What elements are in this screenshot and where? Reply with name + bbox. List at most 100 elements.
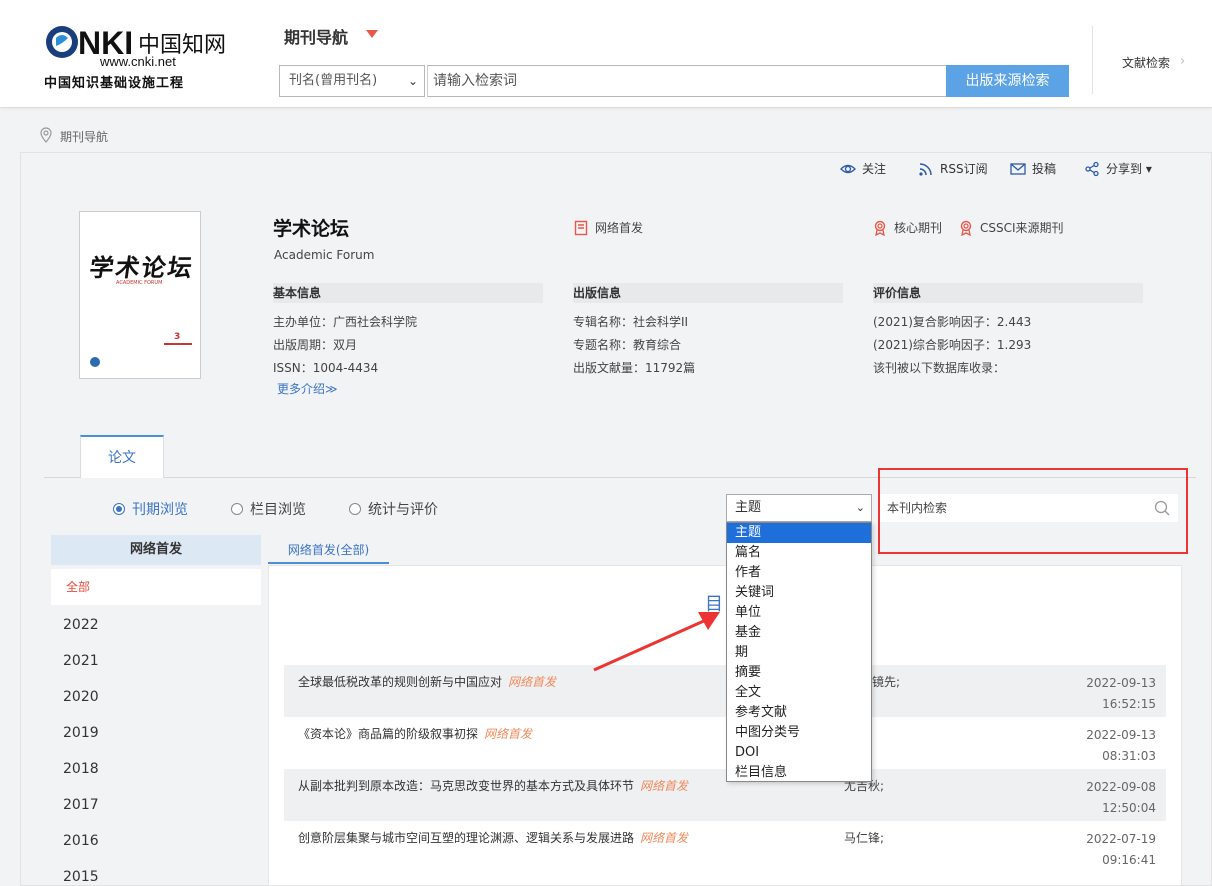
rss-button[interactable]: RSS订阅: [918, 160, 988, 177]
rss-icon: [919, 162, 932, 176]
dropdown-option[interactable]: 主题: [727, 523, 871, 543]
dropdown-option[interactable]: 中图分类号: [727, 723, 871, 743]
article-title[interactable]: 创意阶层集聚与城市空间互塑的理论渊源、逻辑关系与发展进路: [298, 831, 634, 845]
sidebar-year[interactable]: 2015: [63, 869, 99, 885]
article-date: 2022-09-13: [1086, 728, 1156, 742]
publication-search-button[interactable]: 出版来源检索: [946, 65, 1069, 97]
document-icon: [574, 220, 588, 235]
online-first-label: 网络首发: [595, 221, 644, 235]
search-input[interactable]: 请输入检索词: [427, 65, 947, 97]
cover-title: 学术论坛: [87, 253, 196, 282]
article-title-cell[interactable]: 《资本论》商品篇的阶级叙事初探 网络首发: [298, 725, 532, 742]
info-line: ISSN：1004-4434: [273, 361, 379, 375]
radio-dot: [349, 503, 361, 515]
sidebar-head: 网络首发: [51, 535, 261, 565]
dropdown-option[interactable]: 全文: [727, 683, 871, 703]
logo-subtitle: 中国知识基础设施工程: [44, 76, 185, 91]
tab-papers[interactable]: 论文: [80, 435, 164, 478]
info-line: 专题名称：教育综合: [573, 338, 682, 352]
chevron-down-icon: ⌄: [407, 74, 418, 88]
article-date-cell: 2022-09-13 08:31:03: [1086, 725, 1156, 767]
sidebar-year[interactable]: 2016: [63, 833, 99, 849]
dropdown-option[interactable]: 参考文献: [727, 703, 871, 723]
article-date: 2022-09-13: [1086, 676, 1156, 690]
sidebar-item-all[interactable]: 全部: [51, 569, 261, 605]
share-label: 分享到 ▾: [1106, 162, 1152, 176]
share-button[interactable]: 分享到 ▾: [1084, 160, 1152, 177]
dropdown-option[interactable]: 关键词: [727, 583, 871, 603]
article-date: 2022-09-08: [1086, 780, 1156, 794]
inner-field-select[interactable]: 主题 ⌄: [726, 494, 872, 522]
more-intro-link[interactable]: 更多介绍≫: [277, 380, 338, 397]
journal-nav-title[interactable]: 期刊导航: [284, 24, 348, 48]
core-journal-tag: 核心期刊: [873, 219, 942, 236]
chevron-right-icon[interactable]: ›: [1180, 54, 1185, 69]
highlight-annotation-box: [878, 468, 1188, 554]
article-title[interactable]: 《资本论》商品篇的阶级叙事初探: [298, 727, 478, 741]
sidebar-year[interactable]: 2021: [63, 653, 99, 669]
article-date-cell: 2022-09-08 12:50:04: [1086, 777, 1156, 819]
journal-title: 学术论坛: [273, 218, 350, 240]
follow-label: 关注: [862, 162, 887, 176]
search-field-select[interactable]: 刊名(曾用刊名) ⌄: [279, 65, 425, 97]
article-title[interactable]: 从副本批判到原本改造：马克思改变世界的基本方式及具体环节: [298, 779, 634, 793]
dropdown-option[interactable]: DOI: [727, 743, 871, 763]
article-row[interactable]: 创意阶层集聚与城市空间互塑的理论渊源、逻辑关系与发展进路 网络首发 马仁锋; 20…: [284, 821, 1166, 873]
article-time: 16:52:15: [1102, 697, 1156, 711]
online-first-badge: 网络首发: [484, 727, 533, 741]
award-icon: [960, 220, 972, 236]
article-title[interactable]: 全球最低税改革的规则创新与中国应对: [298, 675, 502, 689]
article-author[interactable]: 马仁锋;: [844, 829, 884, 846]
radio-stats[interactable]: 统计与评价: [349, 499, 438, 519]
radio-dot: [113, 503, 125, 515]
annotation-arrow: [593, 612, 720, 672]
dropdown-option[interactable]: 基金: [727, 623, 871, 643]
literature-search-link[interactable]: 文献检索: [1122, 54, 1170, 71]
basic-info-head: 基本信息: [273, 283, 543, 303]
radio-issue-browse[interactable]: 刊期浏览: [113, 499, 188, 519]
dropdown-option[interactable]: 作者: [727, 563, 871, 583]
inner-field-value: 主题: [735, 500, 762, 515]
submit-button[interactable]: 投稿: [1010, 160, 1056, 177]
radio-dot: [231, 503, 243, 515]
follow-button[interactable]: 关注: [840, 160, 886, 177]
search-field-value: 刊名(曾用刊名): [289, 73, 378, 88]
dropdown-option[interactable]: 栏目信息: [727, 763, 871, 783]
dropdown-option[interactable]: 篇名: [727, 543, 871, 563]
cssci-label: CSSCI来源期刊: [980, 221, 1064, 235]
info-line: 出版文献量：11792篇: [573, 361, 696, 375]
journal-english-title: Academic Forum: [274, 248, 375, 262]
dropdown-option[interactable]: 单位: [727, 603, 871, 623]
sidebar-year[interactable]: 2018: [63, 761, 99, 777]
article-title-cell[interactable]: 全球最低税改革的规则创新与中国应对 网络首发: [298, 673, 556, 690]
sidebar-year[interactable]: 2017: [63, 797, 99, 813]
dropdown-option[interactable]: 摘要: [727, 663, 871, 683]
radio-label: 统计与评价: [368, 502, 438, 518]
online-first-tag: 网络首发: [574, 219, 643, 236]
caret-down-icon[interactable]: [366, 30, 378, 38]
submit-label: 投稿: [1032, 162, 1057, 176]
info-line: (2021)综合影响因子：1.293: [873, 338, 1032, 352]
dropdown-option[interactable]: 期: [727, 643, 871, 663]
tab-online-first-all[interactable]: 网络首发(全部): [268, 538, 389, 564]
eye-icon: [840, 164, 856, 173]
share-icon: [1085, 161, 1099, 176]
radio-column-browse[interactable]: 栏目浏览: [231, 499, 306, 519]
sidebar-year[interactable]: 2022: [63, 617, 99, 633]
article-title-cell[interactable]: 从副本批判到原本改造：马克思改变世界的基本方式及具体环节 网络首发: [298, 777, 688, 794]
info-line: 该刊被以下数据库收录：: [873, 361, 1006, 375]
chevron-down-icon: ⌄: [855, 501, 865, 514]
article-row[interactable]: 从副本批判到原本改造：马克思改变世界的基本方式及具体环节 网络首发 尤吉秋; 20…: [284, 769, 1166, 821]
article-date: 2022-07-19: [1086, 832, 1156, 846]
award-icon: [874, 220, 886, 236]
cover-subtitle: ACADEMIC FORUM: [116, 280, 163, 286]
sidebar-year[interactable]: 2019: [63, 725, 99, 741]
article-time: 12:50:04: [1102, 801, 1156, 815]
sidebar-year[interactable]: 2020: [63, 689, 99, 705]
info-line: 专辑名称：社会科学II: [573, 315, 689, 329]
article-time: 09:16:41: [1102, 853, 1156, 867]
article-title-cell[interactable]: 创意阶层集聚与城市空间互塑的理论渊源、逻辑关系与发展进路 网络首发: [298, 829, 688, 846]
breadcrumb-label[interactable]: 期刊导航: [60, 130, 108, 144]
article-row[interactable]: 《资本论》商品篇的阶级叙事初探 网络首发 2022-09-13 08:31:03: [284, 717, 1166, 769]
journal-cover: 学术论坛 ACADEMIC FORUM 3: [79, 211, 201, 379]
